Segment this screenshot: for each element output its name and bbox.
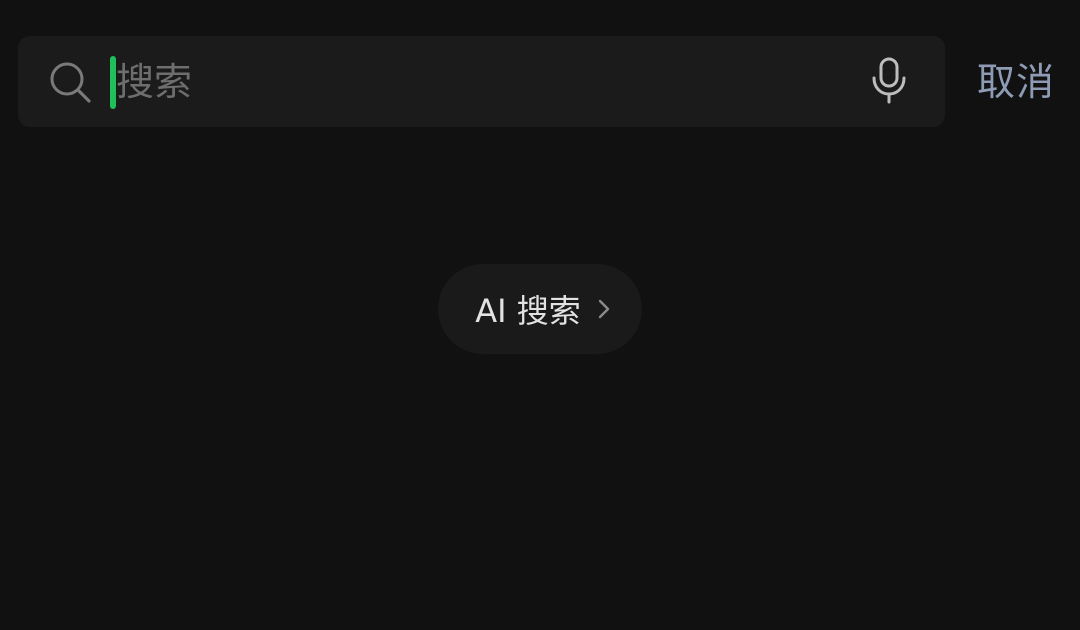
- voice-search-button[interactable]: [866, 54, 912, 110]
- search-icon: [48, 60, 92, 104]
- ai-search-label: AI 搜索: [475, 292, 581, 330]
- ai-search-button[interactable]: AI 搜索: [438, 264, 642, 354]
- microphone-icon: [871, 56, 907, 108]
- search-screen: 取消 AI 搜索: [0, 0, 1080, 630]
- chevron-right-icon: [597, 298, 611, 320]
- search-input[interactable]: [116, 54, 836, 110]
- cancel-button[interactable]: 取消: [966, 54, 1066, 110]
